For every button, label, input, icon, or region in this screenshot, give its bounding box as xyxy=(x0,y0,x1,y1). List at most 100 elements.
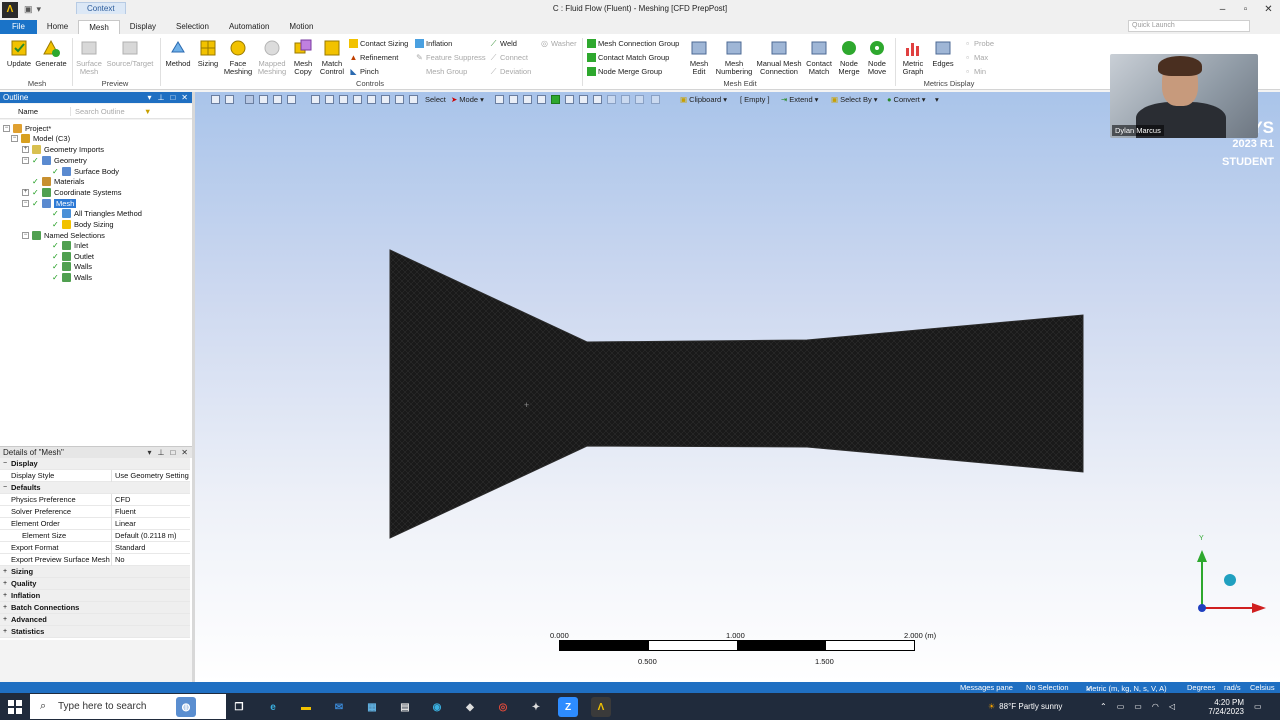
close-button[interactable]: ✕ xyxy=(1257,0,1280,19)
filter-icon[interactable]: ▼ xyxy=(144,107,151,116)
dropdown-icon[interactable]: ▾ xyxy=(147,447,151,458)
tree-node-named-selections[interactable]: − Named Selections xyxy=(22,230,105,240)
details-value[interactable]: No xyxy=(112,555,125,564)
probe-button[interactable]: ▫ Probe xyxy=(963,39,994,48)
details-section-sizing[interactable]: + Sizing xyxy=(0,566,190,578)
contact-match-button[interactable]: Contact Match xyxy=(804,38,834,76)
node-move-button[interactable]: Node Move xyxy=(863,38,891,76)
collapse-icon[interactable]: − xyxy=(3,460,7,467)
tree-node-inlet[interactable]: ✓ Inlet xyxy=(52,240,88,250)
face-meshing-button[interactable]: Face Meshing xyxy=(222,38,254,76)
close-icon[interactable]: ✕ xyxy=(181,92,188,103)
details-section-display[interactable]: − Display xyxy=(0,458,190,470)
outline-search-input[interactable]: Search Outline xyxy=(70,106,140,116)
washer-button[interactable]: ◎ Washer xyxy=(540,39,577,48)
temperature-unit[interactable]: Celsius xyxy=(1250,683,1275,692)
rate-unit[interactable]: rad/s xyxy=(1224,683,1241,692)
details-value[interactable]: Use Geometry Setting xyxy=(112,471,189,480)
mesh-edit-button[interactable]: Mesh Edit xyxy=(686,38,712,76)
details-row-export-format[interactable]: Export Format Standard xyxy=(0,541,190,554)
tree-node-materials[interactable]: ✓ Materials xyxy=(32,176,84,186)
workbench-icon[interactable]: ▤ xyxy=(395,697,415,717)
quick-launch-input[interactable]: Quick Launch xyxy=(1128,20,1250,32)
tree-node-geometry[interactable]: − ✓ Geometry xyxy=(22,155,87,165)
details-value[interactable]: Fluent xyxy=(112,507,136,516)
tab-display[interactable]: Display xyxy=(120,20,166,34)
tab-automation[interactable]: Automation xyxy=(219,20,279,34)
details-section-defaults[interactable]: − Defaults xyxy=(0,482,190,494)
mesh-group-button[interactable]: Mesh Group xyxy=(426,67,467,76)
details-section-quality[interactable]: + Quality xyxy=(0,578,190,590)
details-value[interactable]: Default (0.2118 m) xyxy=(112,531,177,540)
tab-motion[interactable]: Motion xyxy=(279,20,323,34)
design-modeler-icon[interactable]: ◆ xyxy=(460,697,480,717)
details-row-export-preview-surface-mesh[interactable]: Export Preview Surface Mesh No xyxy=(0,553,190,566)
angle-unit[interactable]: Degrees xyxy=(1187,683,1215,692)
mesh-copy-button[interactable]: Mesh Copy xyxy=(289,38,317,76)
file-explorer-icon[interactable]: ▬ xyxy=(296,697,316,717)
wifi-icon[interactable]: ◠ xyxy=(1152,702,1159,711)
pin-icon[interactable]: ⊥ xyxy=(157,92,164,103)
graphics-viewport[interactable]: Select ➤ Mode ▾ ▣ Clipboard ▾ [ Empty ] ⇥ Ext… xyxy=(195,92,1280,682)
tab-home[interactable]: Home xyxy=(37,20,78,34)
node-merge-button[interactable]: Node Merge xyxy=(835,38,863,76)
mesh-geometry[interactable]: + xyxy=(195,92,1280,682)
volume-icon[interactable]: ◁ xyxy=(1169,702,1175,711)
notifications-icon[interactable]: ▭ xyxy=(1254,693,1262,720)
match-control-button[interactable]: Match Control xyxy=(317,38,347,76)
details-section-statistics[interactable]: + Statistics xyxy=(0,626,190,638)
contact-sizing-button[interactable]: Contact Sizing xyxy=(349,39,408,48)
chevron-up-icon[interactable]: ⌃ xyxy=(1100,702,1107,711)
expand-icon[interactable]: + xyxy=(3,604,7,611)
maximize-icon[interactable]: □ xyxy=(170,92,175,103)
name-column-header[interactable]: Name xyxy=(0,107,70,116)
details-section-advanced[interactable]: + Advanced xyxy=(0,614,190,626)
weather-widget[interactable]: ☀ 88°F Partly sunny xyxy=(988,693,1062,720)
details-value[interactable]: Linear xyxy=(112,519,136,528)
mapped-meshing-button[interactable]: Mapped Meshing xyxy=(255,38,289,76)
details-row-element-order[interactable]: Element Order Linear xyxy=(0,517,190,530)
store-icon[interactable]: ▦ xyxy=(362,697,382,717)
maximize-icon[interactable]: □ xyxy=(170,447,175,458)
tree-node-walls[interactable]: ✓ Walls xyxy=(52,272,92,282)
messages-pane-link[interactable]: Messages pane xyxy=(960,683,1013,692)
expand-icon[interactable]: + xyxy=(3,580,7,587)
min-button[interactable]: ▫ Min xyxy=(963,67,986,76)
details-value[interactable]: Standard xyxy=(112,543,145,552)
collapse-icon[interactable]: − xyxy=(3,124,10,132)
dropdown-icon[interactable]: ▾ xyxy=(147,92,151,103)
node-merge-group-button[interactable]: Node Merge Group xyxy=(587,67,662,76)
dropdown-arrow-icon[interactable]: ▾ xyxy=(37,4,42,15)
tab-selection[interactable]: Selection xyxy=(166,20,219,34)
details-value[interactable]: CFD xyxy=(112,495,130,504)
clock[interactable]: 4:20 PM 7/24/2023 xyxy=(1204,693,1244,720)
save-icon[interactable]: ▣ xyxy=(24,4,33,15)
copilot-icon[interactable]: ◍ xyxy=(176,697,196,717)
tab-mesh[interactable]: Mesh xyxy=(78,20,120,34)
feature-suppress-button[interactable]: ✎ Feature Suppress xyxy=(415,53,485,62)
battery-icon[interactable]: ▭ xyxy=(1134,702,1142,711)
minimize-button[interactable]: – xyxy=(1211,0,1234,19)
settings-app-icon[interactable]: ◉ xyxy=(427,697,447,717)
ansys-app-icon[interactable]: Λ xyxy=(2,1,18,18)
app-icon[interactable]: ✦ xyxy=(526,697,546,717)
generate-button[interactable]: Generate xyxy=(35,38,67,68)
expand-icon[interactable]: + xyxy=(3,568,7,575)
tree-node-mesh[interactable]: − ✓ Mesh xyxy=(22,198,77,208)
details-row-solver-preference[interactable]: Solver Preference Fluent xyxy=(0,505,190,518)
collapse-icon[interactable]: − xyxy=(22,156,29,164)
ansys-meshing-taskbar-icon[interactable]: Λ xyxy=(591,697,611,717)
taskbar-search-input[interactable]: ⌕ Type here to search xyxy=(30,694,226,719)
chrome-icon[interactable]: ◎ xyxy=(493,697,513,717)
mesh-connection-group-button[interactable]: Mesh Connection Group xyxy=(587,39,679,48)
deviation-button[interactable]: ⟋ Deviation xyxy=(489,67,532,76)
method-button[interactable]: Method xyxy=(163,38,193,68)
edge-browser-icon[interactable]: e xyxy=(263,697,283,717)
mail-icon[interactable]: ✉ xyxy=(329,697,349,717)
max-button[interactable]: ▫ Max xyxy=(963,53,988,62)
collapse-icon[interactable]: − xyxy=(22,231,29,239)
task-view-icon[interactable]: ❐ xyxy=(229,697,249,717)
tree-node-project[interactable]: − Project* xyxy=(3,123,51,133)
edges-button[interactable]: Edges xyxy=(930,38,956,68)
tree-node-coordinate-systems[interactable]: + ✓ Coordinate Systems xyxy=(22,187,122,197)
